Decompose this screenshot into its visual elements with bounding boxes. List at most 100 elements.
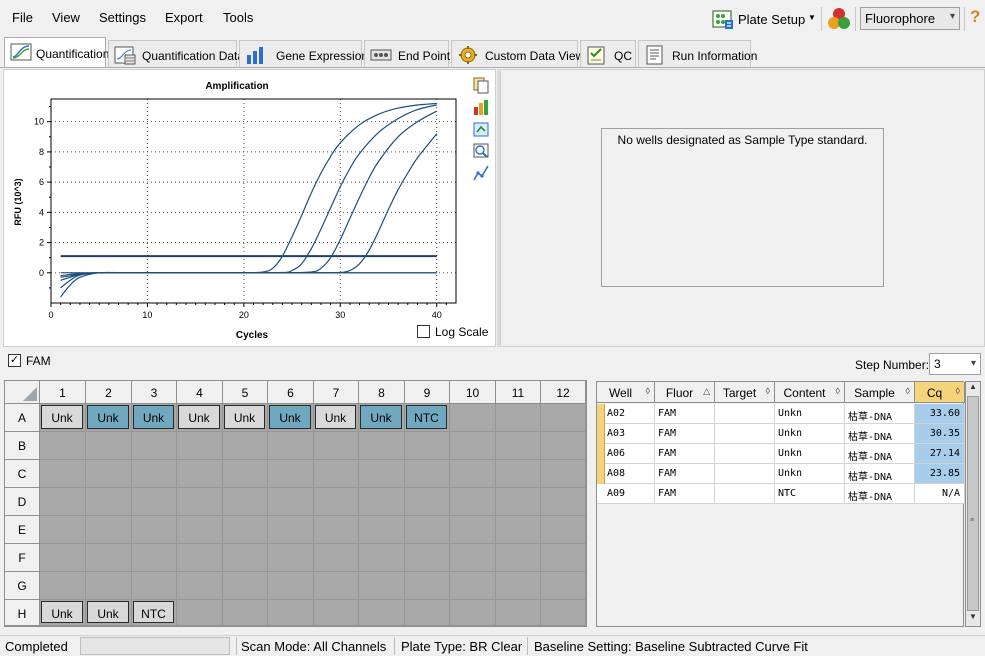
plate-well[interactable]	[86, 488, 132, 516]
column-header[interactable]: 8	[359, 381, 405, 404]
plate-well[interactable]	[40, 460, 86, 488]
plate-well[interactable]	[541, 572, 586, 600]
plate-well[interactable]	[450, 572, 496, 600]
column-header-content[interactable]: Content ◊	[775, 382, 845, 403]
plate-well[interactable]	[496, 600, 541, 626]
column-header[interactable]: 6	[268, 381, 314, 404]
fluorophore-colors-icon[interactable]	[826, 6, 852, 32]
plate-well[interactable]	[496, 544, 541, 572]
plate-well[interactable]	[40, 488, 86, 516]
plate-well[interactable]	[223, 488, 268, 516]
plate-well[interactable]	[86, 432, 132, 460]
plate-well[interactable]	[450, 404, 496, 432]
plate-well[interactable]	[541, 432, 586, 460]
plate-well[interactable]	[177, 432, 223, 460]
column-header-well[interactable]: Well ◊	[597, 382, 655, 403]
zoom-icon[interactable]	[472, 142, 490, 160]
plate-well[interactable]	[450, 460, 496, 488]
plate-well[interactable]	[450, 488, 496, 516]
table-row[interactable]: A02 FAM Unkn 枯草-DNA 33.60	[597, 404, 965, 424]
plate-well[interactable]	[268, 544, 314, 572]
plate-well[interactable]	[177, 572, 223, 600]
plate-well[interactable]	[314, 600, 359, 626]
plate-well[interactable]	[314, 572, 359, 600]
menu-export[interactable]: Export	[165, 10, 203, 25]
plate-well[interactable]	[405, 460, 450, 488]
sort-icon[interactable]: ◊	[906, 386, 910, 396]
plate-well[interactable]: NTC	[132, 600, 177, 626]
plate-well[interactable]	[223, 460, 268, 488]
menu-tools[interactable]: Tools	[223, 10, 253, 25]
column-header[interactable]: 2	[86, 381, 132, 404]
row-selector[interactable]	[597, 424, 605, 444]
column-header[interactable]: 9	[405, 381, 450, 404]
plate-well[interactable]: Unk	[40, 600, 86, 626]
plate-well[interactable]	[450, 600, 496, 626]
plate-well[interactable]	[496, 516, 541, 544]
row-header[interactable]: F	[5, 544, 40, 572]
plate-well[interactable]	[496, 404, 541, 432]
row-header[interactable]: E	[5, 516, 40, 544]
column-header[interactable]: 12	[541, 381, 586, 404]
checkbox-box[interactable]	[417, 325, 430, 338]
plate-well[interactable]: Unk	[86, 600, 132, 626]
plate-well[interactable]	[496, 460, 541, 488]
column-header[interactable]: 10	[450, 381, 496, 404]
scroll-up-icon[interactable]: ▲	[966, 382, 980, 396]
tab-custom-data-view[interactable]: Custom Data View	[451, 40, 584, 68]
scrollbar-thumb[interactable]: ≡	[967, 396, 979, 611]
plate-well[interactable]	[450, 544, 496, 572]
plate-well[interactable]	[177, 516, 223, 544]
column-header[interactable]: 5	[223, 381, 268, 404]
plate-well[interactable]	[86, 572, 132, 600]
plate-well[interactable]	[177, 600, 223, 626]
select-all-corner[interactable]	[5, 381, 40, 404]
log-scale-checkbox[interactable]: Log Scale	[417, 325, 488, 339]
plate-well[interactable]	[359, 572, 405, 600]
plate-well[interactable]	[405, 432, 450, 460]
fluorophore-dropdown[interactable]: Fluorophore ▾	[860, 7, 960, 30]
plate-well[interactable]	[223, 544, 268, 572]
row-header[interactable]: D	[5, 488, 40, 516]
plate-well[interactable]	[496, 432, 541, 460]
chart-settings-icon[interactable]	[472, 98, 490, 116]
export-chart-icon[interactable]	[472, 120, 490, 138]
fam-checkbox[interactable]: ✓	[8, 354, 21, 367]
curve-fit-icon[interactable]	[472, 164, 490, 182]
menu-view[interactable]: View	[52, 10, 80, 25]
tab-qc[interactable]: QC	[580, 40, 636, 68]
tab-end-point[interactable]: End Point	[364, 40, 450, 68]
plate-well[interactable]: Unk	[40, 404, 86, 432]
plate-well[interactable]	[132, 572, 177, 600]
plate-well[interactable]	[132, 488, 177, 516]
column-header[interactable]: 3	[132, 381, 177, 404]
column-header-sample[interactable]: Sample ◊	[845, 382, 915, 403]
tab-run-information[interactable]: Run Information	[638, 40, 757, 68]
sort-icon[interactable]: △	[703, 386, 710, 397]
plate-well[interactable]: Unk	[268, 404, 314, 432]
plate-well[interactable]	[541, 460, 586, 488]
plate-well[interactable]	[223, 432, 268, 460]
table-row[interactable]: A03 FAM Unkn 枯草-DNA 30.35	[597, 424, 965, 444]
plate-well[interactable]	[359, 488, 405, 516]
plate-well[interactable]	[177, 460, 223, 488]
plate-well[interactable]	[40, 544, 86, 572]
row-selector[interactable]	[597, 464, 605, 484]
plate-well[interactable]	[268, 460, 314, 488]
plate-well[interactable]	[359, 432, 405, 460]
plate-well[interactable]	[450, 432, 496, 460]
plate-well[interactable]	[496, 572, 541, 600]
plate-well[interactable]: Unk	[132, 404, 177, 432]
sort-icon[interactable]: ◊	[766, 386, 770, 396]
table-row[interactable]: A08 FAM Unkn 枯草-DNA 23.85	[597, 464, 965, 484]
column-header-cq[interactable]: Cq ◊	[915, 382, 965, 403]
tab-quantification[interactable]: Quantification	[4, 37, 109, 68]
plate-well[interactable]	[177, 488, 223, 516]
plate-well[interactable]	[223, 600, 268, 626]
plate-well[interactable]	[86, 544, 132, 572]
table-row[interactable]: A06 FAM Unkn 枯草-DNA 27.14	[597, 444, 965, 464]
plate-well[interactable]	[541, 544, 586, 572]
help-icon[interactable]: ?	[970, 7, 980, 27]
plate-well[interactable]	[40, 516, 86, 544]
amplification-chart[interactable]: Amplification RFU (10^3) Cycles 0 10 20 30 4…	[4, 70, 497, 348]
